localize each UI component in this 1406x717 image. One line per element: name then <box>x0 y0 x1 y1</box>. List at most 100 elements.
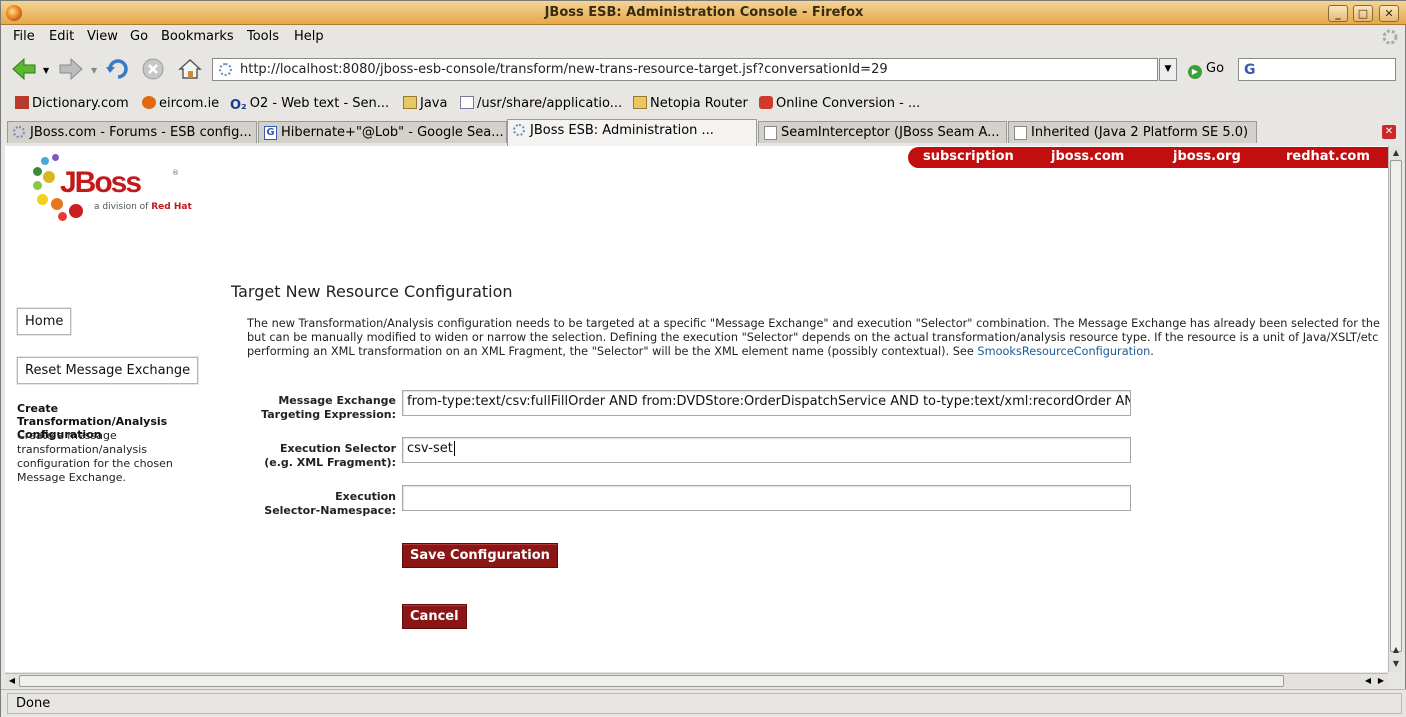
bookmarks-toolbar: Dictionary.com eircom.ie O₂ O2 - Web text… <box>1 91 1406 115</box>
logo-dot <box>33 167 42 176</box>
link-jboss-com[interactable]: jboss.com <box>1051 149 1124 164</box>
menu-tools[interactable]: Tools <box>247 29 279 44</box>
home-icon[interactable] <box>177 56 203 82</box>
menu-edit[interactable]: Edit <box>49 29 74 44</box>
jboss-logo[interactable]: JBoss ® a division of Red Hat <box>31 154 201 224</box>
google-search-icon[interactable]: G <box>1244 62 1256 78</box>
text-cursor <box>453 441 455 456</box>
forward-icon[interactable] <box>58 56 84 82</box>
scroll-down-icon[interactable]: ▼ <box>1390 658 1402 670</box>
bookmark-java[interactable]: Java <box>403 96 447 111</box>
intro-line: performing an XML transformation on an X… <box>247 345 1154 359</box>
window-title: JBoss ESB: Administration Console - Fire… <box>544 5 864 20</box>
bookmark-o2[interactable]: O₂ O2 - Web text - Sen... <box>230 96 389 113</box>
sidebar-section-text: Create a message transformation/analysis… <box>17 429 173 484</box>
logo-dot <box>41 157 49 165</box>
url-text[interactable]: http://localhost:8080/jboss-esb-console/… <box>240 62 888 77</box>
page-icon <box>1014 126 1027 140</box>
cancel-button[interactable]: Cancel <box>402 604 467 629</box>
eircom-icon <box>142 96 156 109</box>
bookmark-eircom[interactable]: eircom.ie <box>142 96 219 111</box>
close-button[interactable]: ✕ <box>1379 5 1399 22</box>
close-tab-icon[interactable]: ✕ <box>1382 125 1396 139</box>
bookmark-online-conversion[interactable]: Online Conversion - ... <box>759 96 920 111</box>
reset-message-exchange-button[interactable]: Reset Message Exchange <box>17 357 199 384</box>
link-jboss-org[interactable]: jboss.org <box>1173 149 1241 164</box>
logo-dot <box>37 194 48 205</box>
tab-seam-interceptor[interactable]: SeamInterceptor (JBoss Seam A... <box>758 121 1007 143</box>
folder-icon <box>403 96 417 109</box>
bookmark-usr-share[interactable]: /usr/share/applicatio... <box>460 96 622 111</box>
search-box[interactable]: G <box>1238 58 1396 81</box>
url-history-dropdown[interactable]: ▼ <box>1159 58 1177 81</box>
status-text: Done <box>7 693 1402 714</box>
bookmark-dictionary[interactable]: Dictionary.com <box>15 96 129 111</box>
tab-google-search[interactable]: G Hibernate+"@Lob" - Google Sea... <box>258 121 507 143</box>
execution-selector-input[interactable]: csv-set <box>402 437 1131 463</box>
browser-window: JBoss ESB: Administration Console - Fire… <box>0 0 1406 717</box>
page-title: Target New Resource Configuration <box>231 282 513 301</box>
intro-line: but can be manually modified to widen or… <box>247 331 1379 345</box>
minimize-button[interactable]: _ <box>1328 5 1348 22</box>
selector-namespace-label: Execution Selector-Namespace: <box>264 490 396 517</box>
tab-bar: JBoss.com - Forums - ESB config... G Hibe… <box>1 118 1406 146</box>
status-bar: Done <box>1 689 1406 717</box>
maximize-button[interactable]: □ <box>1353 5 1373 22</box>
conversion-icon <box>759 96 773 109</box>
link-subscription[interactable]: subscription <box>923 149 1014 164</box>
scroll-up-icon[interactable]: ▲ <box>1390 644 1402 656</box>
loading-icon <box>13 126 25 138</box>
back-icon[interactable] <box>11 56 37 82</box>
page-icon <box>460 96 474 109</box>
selector-namespace-input[interactable] <box>402 485 1131 511</box>
scroll-left-icon[interactable]: ◀ <box>6 675 18 687</box>
go-button[interactable]: ▶ Go <box>1188 61 1233 79</box>
scroll-right-icon[interactable]: ▶ <box>1375 675 1387 687</box>
execution-selector-label: Execution Selector (e.g. XML Fragment): <box>264 442 396 469</box>
logo-dot <box>43 171 55 183</box>
menu-bar: File Edit View Go Bookmarks Tools Help <box>1 25 1406 49</box>
intro-text: The new Transformation/Analysis configur… <box>247 317 1388 360</box>
logo-registered: ® <box>172 169 179 177</box>
menu-file[interactable]: File <box>13 29 35 44</box>
home-button[interactable]: Home <box>17 308 72 335</box>
go-icon: ▶ <box>1188 65 1202 79</box>
tab-jboss-forums[interactable]: JBoss.com - Forums - ESB config... <box>7 121 257 143</box>
back-dropdown-icon[interactable]: ▼ <box>43 66 49 75</box>
menu-help[interactable]: Help <box>294 29 324 44</box>
tab-jboss-esb-admin[interactable]: JBoss ESB: Administration ... <box>507 119 757 146</box>
o2-icon: O₂ <box>230 98 247 113</box>
header-links-bar: subscription jboss.com jboss.org redhat.… <box>908 147 1388 168</box>
page-icon <box>764 126 777 140</box>
go-label: Go <box>1206 61 1225 76</box>
scroll-left-icon[interactable]: ◀ <box>1362 675 1374 687</box>
link-redhat-com[interactable]: redhat.com <box>1286 149 1370 164</box>
stop-icon[interactable] <box>140 56 166 82</box>
menu-bookmarks[interactable]: Bookmarks <box>161 29 234 44</box>
horizontal-scroll-thumb[interactable] <box>19 675 1284 687</box>
message-exchange-label: Message Exchange Targeting Expression: <box>261 394 396 421</box>
scroll-up-icon[interactable]: ▲ <box>1390 147 1402 159</box>
page-content: subscription jboss.com jboss.org redhat.… <box>5 146 1388 672</box>
logo-tagline: a division of Red Hat <box>94 202 192 212</box>
horizontal-scrollbar[interactable]: ◀ ◀ ▶ <box>5 673 1388 688</box>
tab-inherited-java[interactable]: Inherited (Java 2 Platform SE 5.0) <box>1008 121 1257 143</box>
vertical-scrollbar[interactable]: ▲ ▲ ▼ <box>1388 146 1402 672</box>
dictionary-icon <box>15 96 29 109</box>
vertical-scroll-thumb[interactable] <box>1390 160 1402 652</box>
intro-line: The new Transformation/Analysis configur… <box>247 317 1381 330</box>
logo-dot <box>58 212 67 221</box>
message-exchange-input[interactable]: from-type:text/csv:fullFillOrder AND fro… <box>402 390 1131 416</box>
google-icon: G <box>264 126 277 140</box>
smooks-resource-configuration-link[interactable]: SmooksResourceConfiguration <box>977 345 1150 358</box>
menu-go[interactable]: Go <box>130 29 148 44</box>
url-bar[interactable]: http://localhost:8080/jboss-esb-console/… <box>212 58 1158 81</box>
logo-brand: JBoss <box>60 166 142 199</box>
reload-icon[interactable] <box>105 56 131 82</box>
logo-dot <box>33 181 42 190</box>
menu-view[interactable]: View <box>87 29 118 44</box>
bookmark-netopia[interactable]: Netopia Router <box>633 96 748 111</box>
forward-dropdown-icon[interactable]: ▼ <box>91 66 97 75</box>
loading-icon <box>513 124 525 136</box>
save-configuration-button[interactable]: Save Configuration <box>402 543 558 568</box>
